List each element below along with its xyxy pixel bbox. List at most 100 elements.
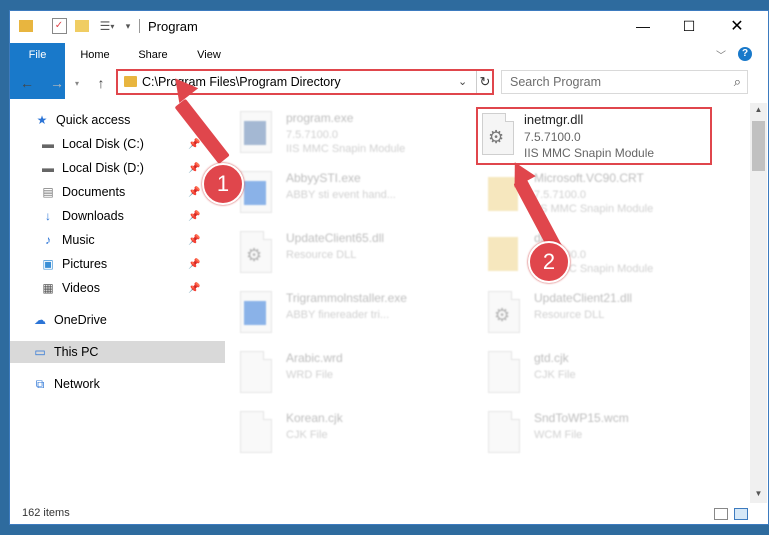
- title-bar: ✓ ☰ ▾ ▾ Program — ☐ ✕: [10, 11, 768, 43]
- address-folder-icon: [124, 76, 137, 87]
- file-name: UpdateClient65.dll: [286, 231, 385, 245]
- forward-icon[interactable]: →: [48, 73, 66, 93]
- file-name: SndToWP15.wcm: [534, 411, 629, 425]
- sidebar-item-videos[interactable]: ▦ Videos 📌: [10, 277, 233, 299]
- dll-gear-icon: ⚙: [488, 291, 520, 333]
- document-icon: [488, 411, 520, 453]
- file-detail: IIS MMC Snapin Module: [534, 203, 654, 215]
- annotation-badge-2: 2: [528, 241, 570, 283]
- pin-icon[interactable]: 📌: [188, 211, 200, 222]
- file-item[interactable]: ⚙ UpdateClient65.dll Resource DLL: [230, 225, 470, 281]
- file-item[interactable]: Arabic.wrd WRD File: [230, 345, 470, 401]
- search-box[interactable]: Search Program ⌕: [501, 70, 748, 94]
- cloud-icon: ☁: [34, 313, 46, 327]
- pin-icon[interactable]: 📌: [188, 235, 200, 246]
- refresh-icon[interactable]: ↻: [476, 71, 493, 93]
- file-detail: WRD File: [286, 369, 334, 381]
- expand-ribbon-icon[interactable]: ﹀: [716, 47, 726, 62]
- file-list: program.exe 7.5.7100.0 IIS MMC Snapin Mo…: [220, 103, 740, 503]
- file-item-target[interactable]: ⚙ inetmgr.dll 7.5.7100.0 IIS MMC Snapin …: [476, 107, 712, 165]
- pin-icon[interactable]: 📌: [188, 163, 200, 174]
- sidebar-item-documents[interactable]: ▤ Documents 📌: [10, 181, 233, 203]
- pin-icon[interactable]: 📌: [188, 187, 200, 198]
- search-input[interactable]: Search Program: [510, 75, 601, 89]
- help-icon[interactable]: ?: [738, 47, 752, 61]
- file-detail: IIS MMC Snapin Module: [286, 143, 406, 155]
- music-icon: ♪: [45, 233, 51, 247]
- file-name: Arabic.wrd: [286, 351, 343, 365]
- sidebar-item-label: Downloads: [62, 209, 124, 223]
- file-item[interactable]: Korean.cjk CJK File: [230, 405, 470, 461]
- file-detail: CJK File: [286, 429, 328, 441]
- download-icon: ↓: [45, 209, 51, 223]
- file-name: AbbyySTI.exe: [286, 171, 361, 185]
- file-detail: ABBY sti event hand...: [286, 189, 396, 201]
- file-name: Microsoft.VC90.CRT: [534, 171, 644, 185]
- file-item[interactable]: Trigrammolnstaller.exe ABBY finereader t…: [230, 285, 470, 341]
- title-separator: [139, 19, 140, 33]
- folder-icon[interactable]: [18, 17, 34, 35]
- document-icon: ▤: [42, 185, 54, 199]
- scroll-down-icon[interactable]: ▼: [750, 489, 767, 498]
- new-folder-icon[interactable]: [74, 17, 90, 35]
- sidebar-item-label: Network: [54, 377, 100, 391]
- file-name: inetmgr.dll: [524, 112, 584, 127]
- view-options-icon[interactable]: ☰ ▾: [96, 17, 118, 35]
- file-item[interactable]: AbbyySTI.exe ABBY sti event hand...: [230, 165, 470, 221]
- properties-icon[interactable]: ✓: [50, 17, 68, 35]
- customize-toolbar-icon[interactable]: ▾: [122, 17, 134, 35]
- sidebar-item-label: OneDrive: [54, 313, 107, 327]
- file-detail: WCM File: [534, 429, 583, 441]
- maximize-icon[interactable]: ☐: [666, 11, 712, 41]
- file-name: program.exe: [286, 111, 354, 125]
- sidebar-item-label: Local Disk (C:): [62, 137, 144, 151]
- pin-icon[interactable]: 📌: [188, 139, 200, 150]
- file-item[interactable]: SndToWP15.wcm WCM File: [478, 405, 718, 461]
- annotation-badge-1: 1: [202, 163, 244, 205]
- file-detail: 7.5.7100.0: [524, 130, 581, 144]
- sidebar-item-local-disk-d[interactable]: ▬ Local Disk (D:) 📌: [10, 157, 233, 179]
- file-item[interactable]: program.exe 7.5.7100.0 IIS MMC Snapin Mo…: [230, 105, 470, 161]
- large-icons-view-icon[interactable]: [734, 508, 748, 520]
- tab-share[interactable]: Share: [132, 43, 174, 67]
- sidebar-item-downloads[interactable]: ↓ Downloads 📌: [10, 205, 233, 227]
- document-icon: [240, 351, 272, 393]
- navigation-row: ← → ▾ ↑ C:\Program Files\Program Directo…: [10, 69, 768, 97]
- sidebar-item-label: Music: [62, 233, 95, 247]
- file-detail: IIS MMC Snapin Module: [524, 146, 655, 160]
- search-icon[interactable]: ⌕: [734, 74, 741, 90]
- ribbon-tabs: File Home Share View: [10, 43, 768, 99]
- sidebar-item-onedrive[interactable]: ☁ OneDrive: [10, 309, 225, 331]
- dll-gear-icon: ⚙: [240, 231, 272, 273]
- scroll-thumb[interactable]: [752, 121, 765, 171]
- file-detail: Resource DLL: [286, 249, 357, 261]
- folder-icon: [488, 231, 520, 273]
- back-icon[interactable]: ←: [18, 73, 36, 93]
- document-icon: [240, 411, 272, 453]
- sidebar-item-pictures[interactable]: ▣ Pictures 📌: [10, 253, 233, 275]
- minimize-icon[interactable]: —: [620, 11, 666, 41]
- document-icon: [488, 351, 520, 393]
- videos-icon: ▦: [42, 281, 54, 295]
- file-item[interactable]: ⚙ UpdateClient21.dll Resource DLL: [478, 285, 718, 341]
- file-detail: 7.5.7100.0: [534, 189, 586, 201]
- tab-view[interactable]: View: [188, 43, 230, 67]
- sidebar-item-music[interactable]: ♪ Music 📌: [10, 229, 233, 251]
- pin-icon[interactable]: 📌: [188, 259, 200, 270]
- pin-icon[interactable]: 📌: [188, 283, 200, 294]
- sidebar-item-network[interactable]: ⧉ Network: [10, 373, 225, 395]
- sidebar-item-this-pc[interactable]: ▭ This PC: [10, 341, 225, 363]
- address-dropdown-icon[interactable]: ⌄: [458, 75, 467, 88]
- scroll-up-icon[interactable]: ▲: [750, 105, 767, 114]
- tab-home[interactable]: Home: [74, 43, 116, 67]
- recent-locations-icon[interactable]: ▾: [72, 73, 82, 93]
- sidebar-item-label: Pictures: [62, 257, 108, 271]
- vertical-scrollbar[interactable]: ▲ ▼: [750, 103, 767, 503]
- details-view-icon[interactable]: [714, 508, 728, 520]
- sidebar-item-label: Local Disk (D:): [62, 161, 144, 175]
- close-icon[interactable]: ✕: [714, 11, 760, 41]
- up-icon[interactable]: ↑: [92, 73, 110, 93]
- file-name: gtd.cjk: [534, 351, 569, 365]
- file-item[interactable]: dll 7.5.7100.0 IIS MMC Snapin Module: [478, 225, 718, 281]
- file-item[interactable]: gtd.cjk CJK File: [478, 345, 718, 401]
